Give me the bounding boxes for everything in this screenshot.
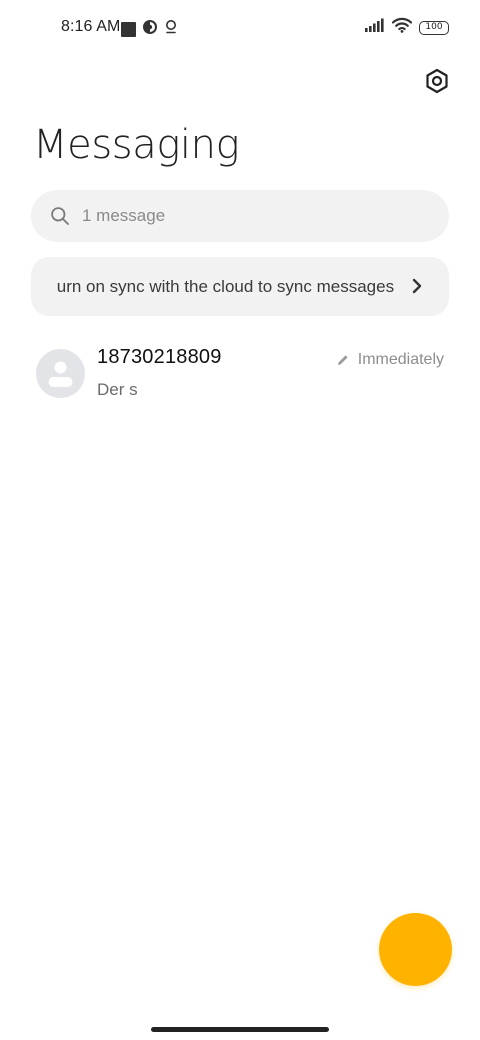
sync-banner[interactable]: Turn on sync with the cloud to sync mess…	[31, 257, 449, 316]
signal-icon	[365, 18, 385, 37]
location-icon	[164, 19, 178, 40]
home-indicator[interactable]	[151, 1027, 329, 1032]
message-time-label: Immediately	[357, 351, 444, 368]
status-time: 8:16 AM	[61, 18, 121, 35]
messaging-screen: 8:16 AM 100 Messaging 1 message Turn on …	[0, 0, 480, 1040]
chevron-right-icon	[412, 278, 422, 294]
new-message-fab[interactable]	[379, 913, 452, 986]
search-bar[interactable]	[31, 190, 449, 242]
square-notification-icon	[121, 22, 136, 37]
wifi-icon	[391, 17, 413, 38]
sync-banner-text: Turn on sync with the cloud to sync mess…	[57, 276, 394, 296]
search-input[interactable]	[82, 206, 402, 226]
avatar	[36, 349, 85, 398]
contact-avatar-icon	[48, 361, 73, 387]
search-icon	[51, 207, 69, 225]
system-icons: 100	[365, 17, 449, 38]
settings-button[interactable]	[422, 66, 452, 96]
circle-app-icon	[142, 19, 158, 40]
message-preview: Der s	[97, 380, 138, 399]
sync-text-marquee: Turn on sync with the cloud to sync mess…	[57, 275, 394, 299]
conversation-row[interactable]: 18730218809 Der s Immediately	[0, 335, 480, 415]
battery-icon: 100	[419, 20, 449, 35]
settings-icon	[426, 68, 448, 94]
notification-icons	[121, 19, 178, 40]
draft-pencil-icon	[337, 355, 348, 365]
status-bar: 8:16 AM 100	[0, 0, 480, 56]
message-time: Immediately	[336, 351, 444, 369]
page-title: Messaging	[33, 122, 240, 168]
contact-name: 18730218809	[97, 346, 222, 368]
